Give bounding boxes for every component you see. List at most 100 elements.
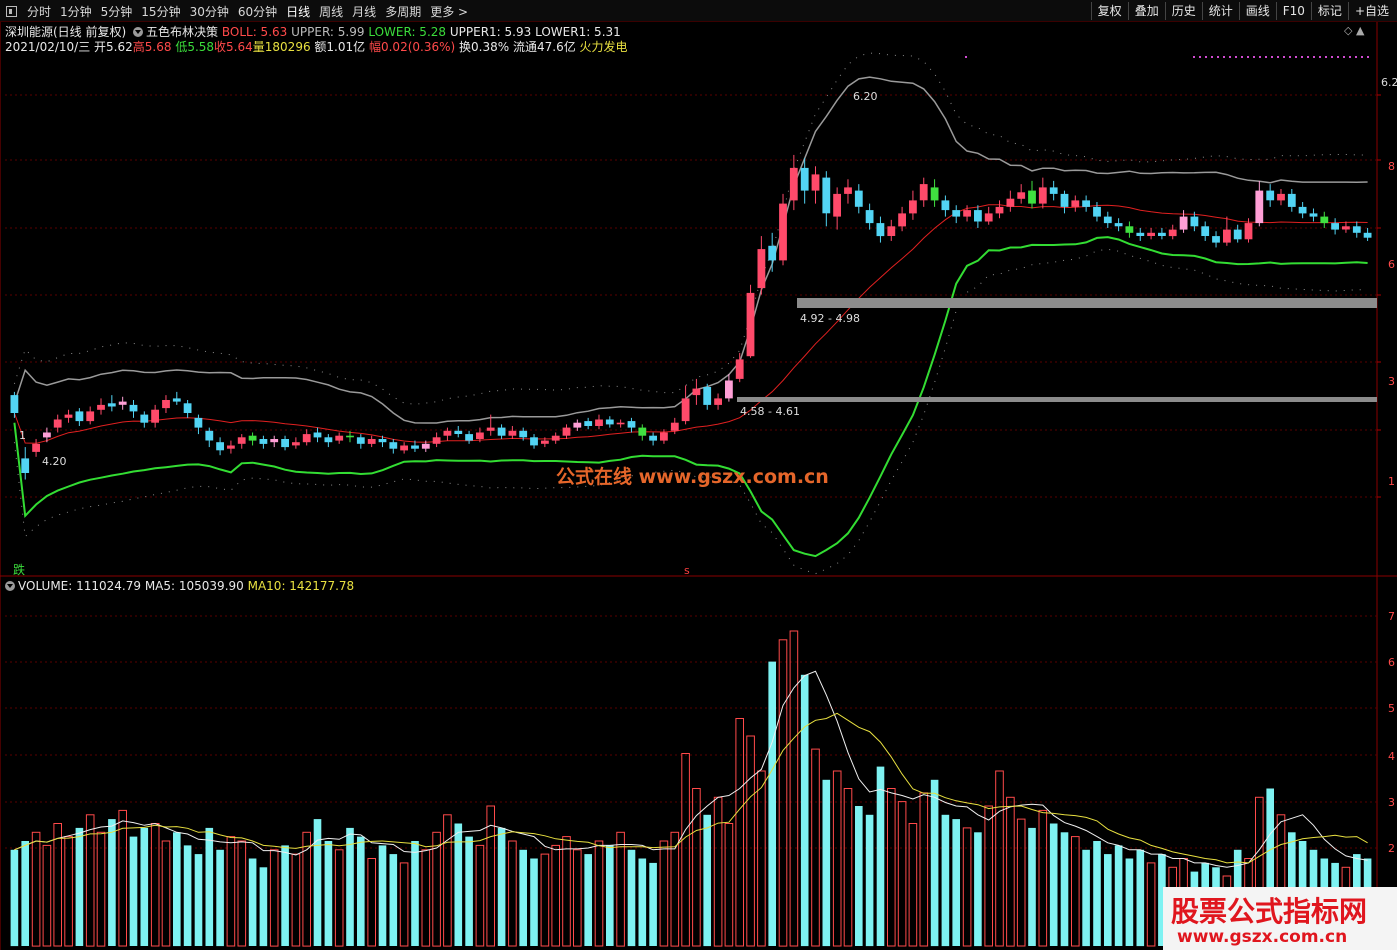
volume-axis-label: 5: [1388, 702, 1395, 715]
volume-bar: [681, 753, 690, 947]
candle-body: [616, 422, 625, 425]
volume-bar: [150, 823, 160, 947]
signal-dot: [1367, 56, 1369, 58]
volume-bar: [1104, 854, 1112, 946]
volume-bar: [703, 814, 711, 947]
volume-bar: [735, 718, 745, 947]
candle-body: [595, 419, 603, 426]
volume-bar: [497, 827, 506, 946]
candle-body: [984, 213, 993, 222]
volume-bar: [1093, 841, 1101, 946]
volume-bar: [897, 801, 907, 947]
volume-bar: [324, 841, 333, 946]
signal-dot: [1277, 56, 1279, 58]
candle-body: [140, 414, 149, 423]
volume-bar: [768, 661, 776, 946]
ma5-label: MA5: 105039.90: [144, 579, 244, 593]
volume-bar: [237, 840, 247, 947]
candle-body: [216, 442, 224, 451]
candle-body: [692, 388, 701, 396]
resistance-zone-label: 4.92 - 4.98: [800, 312, 860, 325]
candle-body: [605, 419, 614, 425]
volume-bar: [1082, 849, 1090, 947]
candle-body: [670, 422, 679, 431]
volume-bar: [887, 788, 896, 947]
volume-bar: [865, 814, 874, 947]
volume-bar: [941, 814, 950, 947]
candle-body: [714, 398, 722, 405]
dropdown-icon[interactable]: [133, 27, 144, 37]
candle-body: [1190, 216, 1199, 227]
candle-body: [497, 427, 506, 436]
support-zone: [737, 397, 1377, 402]
candle-body: [1017, 192, 1026, 199]
signal-dot: [1241, 56, 1243, 58]
high-value: 高5.68: [132, 40, 172, 54]
candle-body: [854, 190, 863, 207]
volume-bar: [962, 827, 972, 947]
candle-body: [638, 427, 647, 436]
panel-controls[interactable]: ◇ ▲: [1344, 24, 1364, 37]
candle-body: [32, 443, 40, 452]
volume-bar: [627, 849, 636, 947]
signal-dot: [1223, 56, 1225, 58]
volume-bar: [411, 841, 419, 946]
lower-value: LOWER: 5.28: [368, 25, 447, 39]
candle-body: [421, 443, 430, 449]
price-axis-label: 8: [1388, 160, 1395, 173]
candle-body: [941, 200, 950, 211]
volume-bar: [443, 814, 452, 947]
signal-dot: [1361, 56, 1363, 58]
volume-bar: [357, 836, 365, 946]
volume-axis-label: 2: [1388, 842, 1395, 855]
candle-body: [757, 249, 766, 289]
signal-dot: [1283, 56, 1285, 58]
volume-bar: [919, 792, 929, 947]
upper-value: UPPER: 5.99: [291, 25, 365, 39]
volume-bar: [952, 819, 960, 946]
volume-bar: [281, 845, 289, 946]
volume-ma5-line: [14, 670, 1368, 868]
candle-body: [476, 432, 484, 439]
candle-body: [1103, 216, 1112, 224]
candle-body: [1212, 236, 1220, 243]
candle-body: [281, 439, 289, 448]
outer-upper-band: [13, 52, 1368, 405]
volume-bar: [638, 858, 647, 946]
volume-axis-label: 3: [1388, 796, 1395, 809]
volume-bar: [789, 630, 799, 947]
volume-value: 量180296: [252, 40, 311, 54]
outer-lower-band: [13, 248, 1368, 575]
candle-body: [1352, 226, 1361, 233]
candle-body: [1114, 223, 1123, 227]
candle-body: [1331, 223, 1339, 230]
candle-body: [898, 213, 906, 227]
volume-bar: [530, 858, 538, 946]
candle-body: [129, 404, 138, 412]
volume-bar: [1146, 862, 1156, 947]
volume-bar: [173, 832, 181, 947]
indicator-name[interactable]: 五色布林决策: [146, 25, 218, 39]
left-marker: 1: [19, 429, 26, 442]
candle-body: [53, 419, 62, 428]
volume-dropdown-icon[interactable]: [5, 581, 15, 591]
signal-dot: [1319, 56, 1321, 58]
volume-bar: [118, 809, 128, 947]
candle-body: [1363, 232, 1372, 238]
candle-body: [75, 411, 84, 422]
volume-bar: [334, 849, 344, 947]
resistance-zone: [797, 298, 1377, 308]
volume-bar: [540, 853, 550, 947]
volume-bar: [1114, 845, 1123, 946]
candle-body: [107, 403, 116, 407]
volume-bar: [519, 849, 527, 947]
candle-body: [974, 210, 982, 222]
signal-dot: [1247, 56, 1249, 58]
signal-dot: [1325, 56, 1327, 58]
volume-bar: [291, 853, 301, 947]
stock-name: 深圳能源(日线 前复权): [5, 25, 127, 39]
candle-body: [292, 442, 300, 446]
sector-value: 火力发电: [579, 40, 628, 54]
volume-bar: [313, 819, 322, 946]
signal-dot: [1253, 56, 1255, 58]
